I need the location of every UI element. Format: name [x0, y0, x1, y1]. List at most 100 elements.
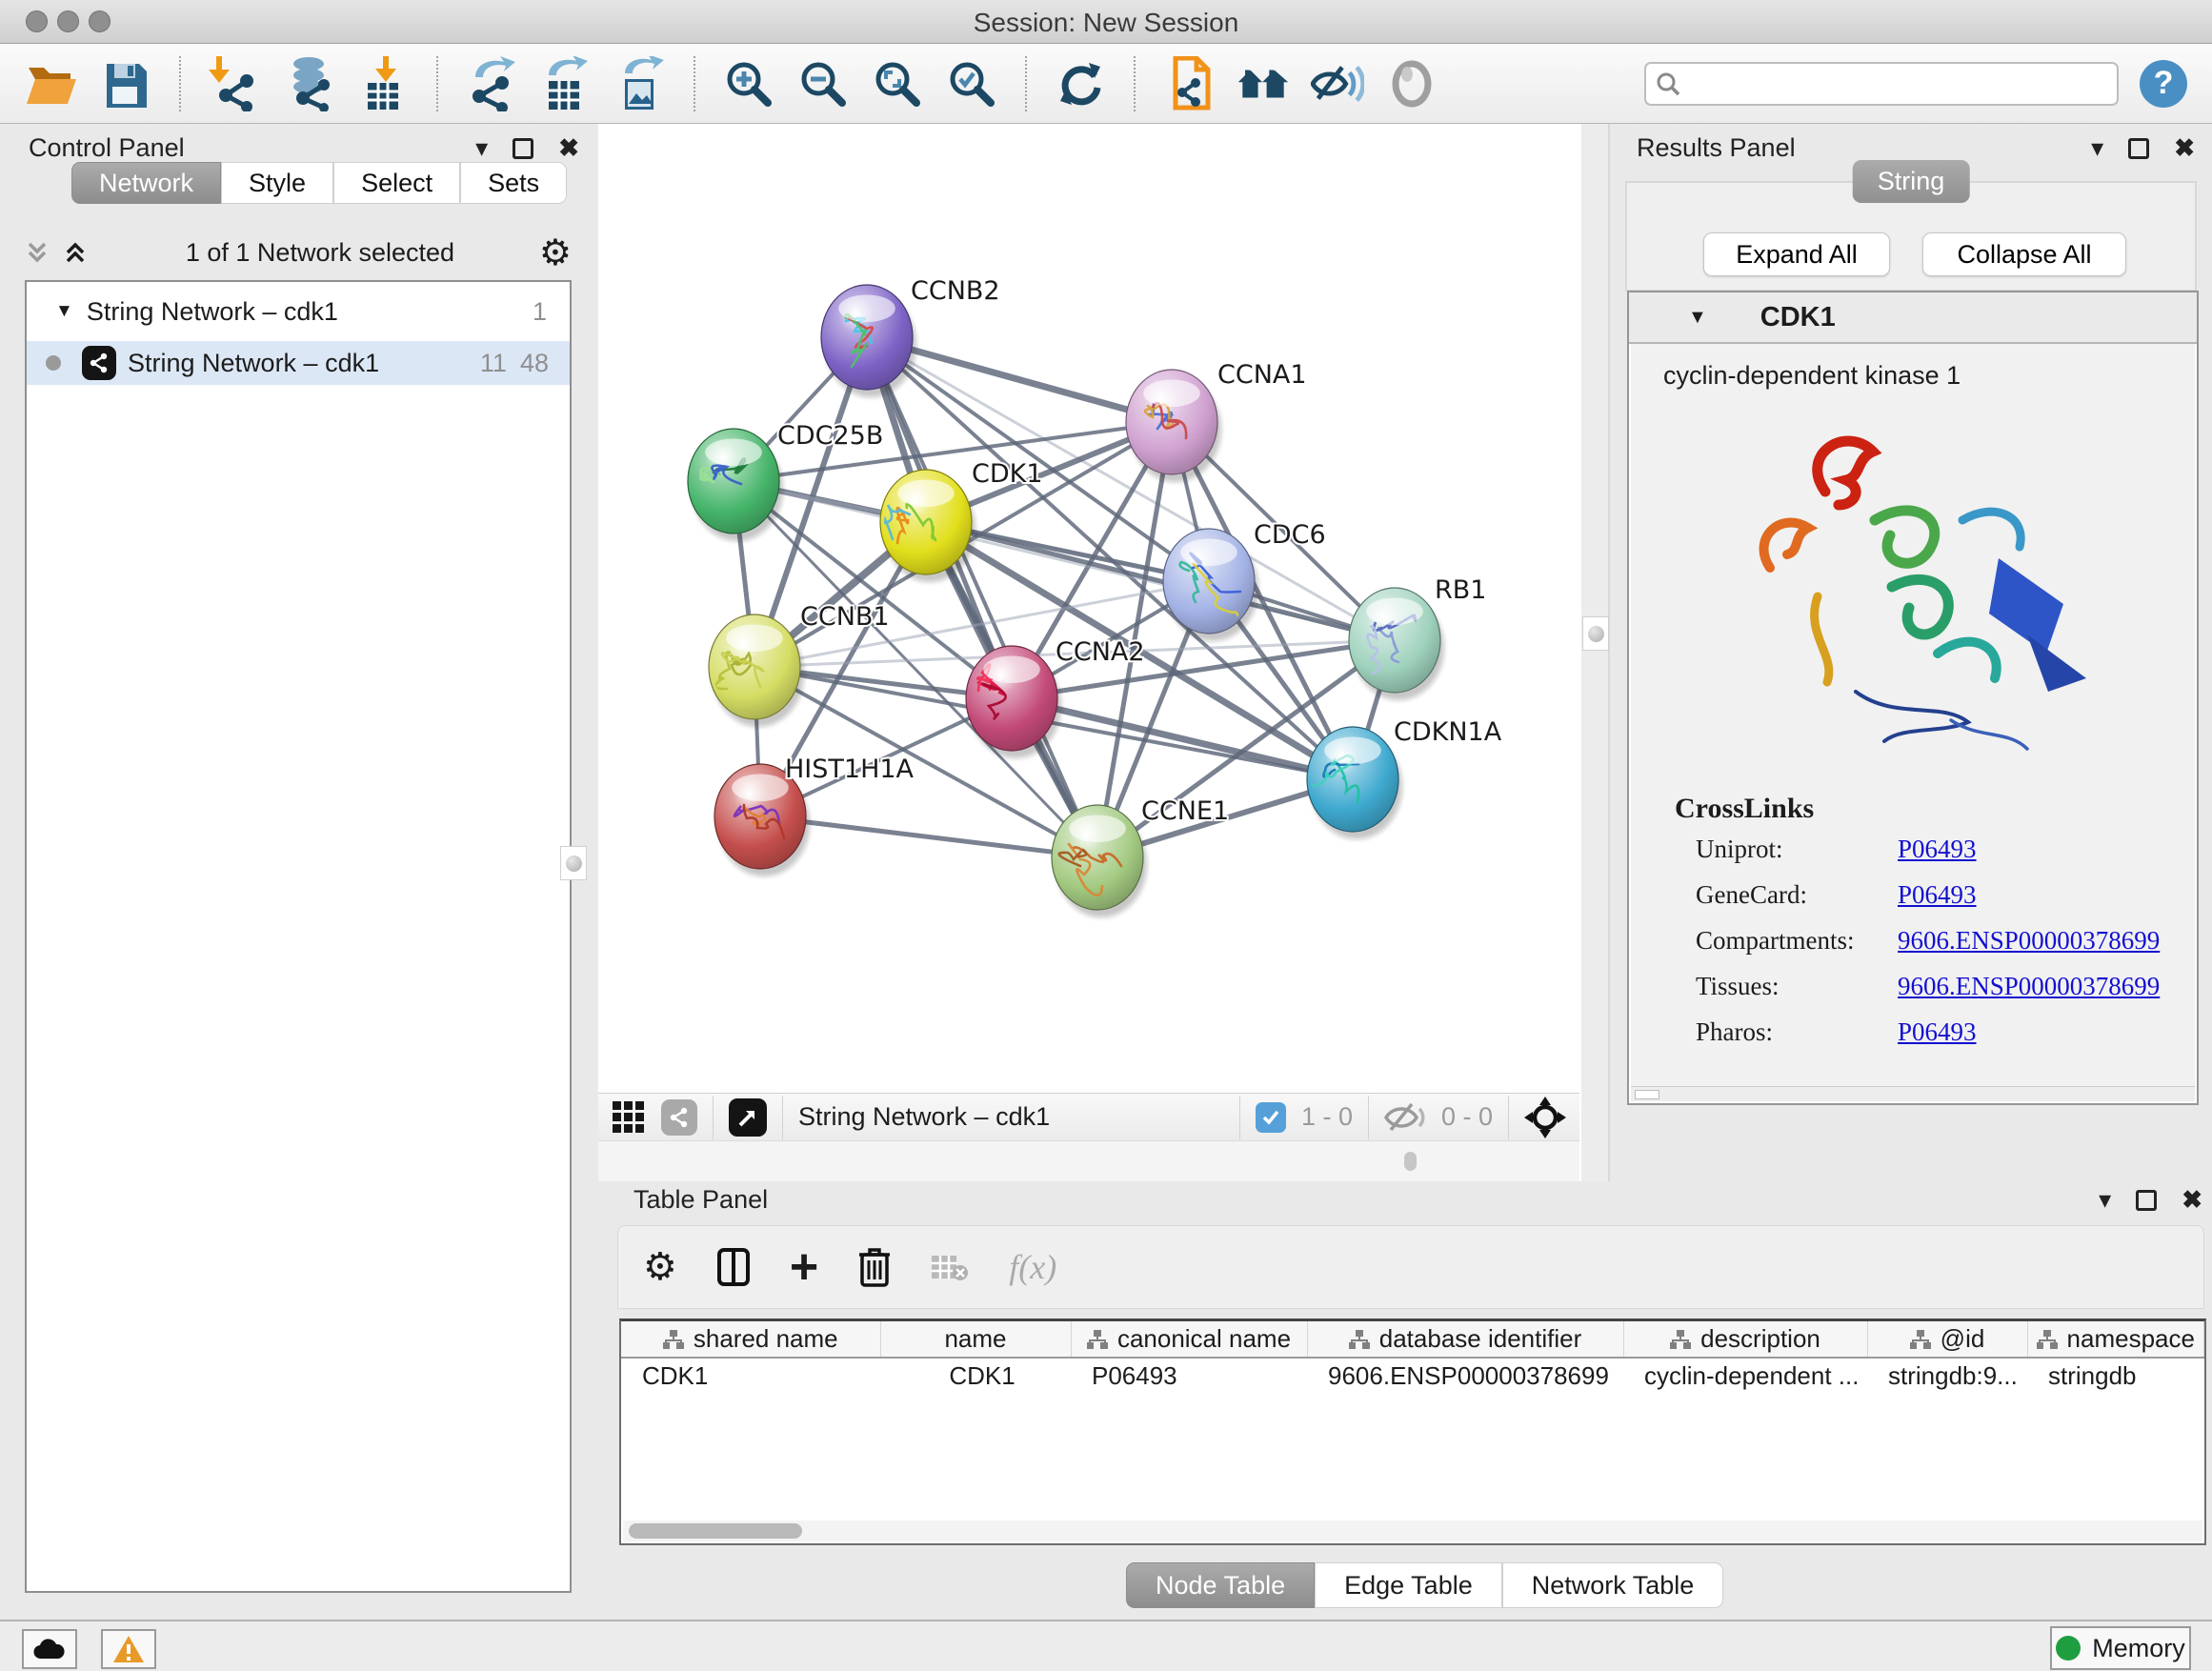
network-node-cdk1[interactable]: CDK1 [880, 459, 1043, 582]
zoom-selected-icon[interactable] [945, 56, 998, 111]
search-box[interactable] [1644, 62, 2119, 106]
results-panel-close-icon[interactable]: ✖ [2174, 133, 2195, 163]
tab-sets[interactable]: Sets [460, 162, 567, 204]
share-network-icon[interactable] [661, 1099, 697, 1136]
string-import-icon[interactable] [1162, 56, 1216, 111]
control-panel-float-icon[interactable] [513, 138, 533, 159]
tab-style[interactable]: Style [221, 162, 333, 204]
table-cell[interactable]: stringdb [2027, 1358, 2204, 1394]
crosslink-link[interactable]: P06493 [1898, 1017, 1977, 1047]
canvas-results-splitter[interactable] [1579, 124, 1610, 1181]
table-scrollbar[interactable] [623, 1520, 2202, 1541]
crosslink-link[interactable]: P06493 [1898, 880, 1977, 910]
column-header[interactable]: namespace [2027, 1321, 2204, 1358]
results-panel-collapse-icon[interactable]: ▾ [2091, 133, 2103, 163]
right-splitter-handle[interactable] [1582, 616, 1609, 651]
column-header[interactable]: shared name [621, 1321, 880, 1358]
column-header[interactable]: canonical name [1071, 1321, 1307, 1358]
table-cell[interactable]: cyclin-dependent ... [1623, 1358, 1867, 1394]
canvas-table-splitter[interactable] [598, 1140, 1579, 1181]
collapse-all-networks-icon[interactable] [25, 240, 50, 265]
import-network-icon[interactable] [208, 56, 261, 111]
selected-checkbox-icon[interactable] [1256, 1102, 1286, 1133]
eye-icon[interactable] [1385, 56, 1438, 111]
home-icon[interactable] [1237, 56, 1290, 111]
network-node-cdc6[interactable]: CDC6 [1163, 520, 1326, 641]
zoom-fit-icon[interactable] [871, 56, 924, 111]
table-cell[interactable]: CDK1 [621, 1358, 880, 1394]
network-collection-row[interactable]: ▼ String Network – cdk1 1 [27, 290, 570, 333]
node-label: CCNB2 [911, 276, 1000, 306]
search-input[interactable] [1688, 68, 2107, 99]
tab-network-table[interactable]: Network Table [1502, 1562, 1724, 1608]
control-panel-collapse-icon[interactable]: ▾ [475, 133, 488, 163]
results-scrollbar-thumb[interactable] [1635, 1090, 1659, 1099]
table-cell[interactable]: 9606.ENSP00000378699 [1307, 1358, 1623, 1394]
network-node-ccnb1[interactable]: CCNB1 [709, 602, 890, 727]
splitter-grip-icon[interactable] [1404, 1152, 1417, 1171]
export-table-icon[interactable] [539, 56, 593, 111]
birdseye-view-icon[interactable] [1524, 1097, 1566, 1138]
network-options-gear-icon[interactable]: ⚙ [539, 232, 572, 273]
tab-edge-table[interactable]: Edge Table [1315, 1562, 1502, 1608]
collection-expander-icon[interactable]: ▼ [55, 301, 73, 322]
refresh-icon[interactable] [1054, 56, 1107, 111]
open-in-new-window-icon[interactable] [729, 1098, 767, 1137]
crosslink-link[interactable]: P06493 [1898, 835, 1977, 864]
export-image-icon[interactable] [613, 56, 667, 111]
section-expander-icon[interactable]: ▼ [1688, 307, 1707, 329]
show-columns-icon[interactable] [717, 1248, 750, 1286]
zoom-in-icon[interactable] [722, 56, 775, 111]
table-panel-collapse-icon[interactable]: ▾ [2099, 1185, 2111, 1215]
network-node-hist1h1a[interactable]: HIST1H1A [714, 755, 915, 876]
network-node-ccne1[interactable]: CCNE1 [1052, 796, 1229, 917]
tab-network[interactable]: Network [71, 162, 221, 204]
crosslink-link[interactable]: 9606.ENSP00000378699 [1898, 926, 2160, 956]
memory-button[interactable]: Memory [2050, 1626, 2191, 1670]
gene-section-header[interactable]: ▼ CDK1 [1629, 292, 2197, 344]
help-icon[interactable]: ? [2140, 60, 2187, 108]
network-node-cdkn1a[interactable]: CDKN1A [1307, 717, 1502, 839]
table-cell[interactable]: CDK1 [880, 1358, 1071, 1394]
import-database-icon[interactable] [282, 56, 335, 111]
import-table-icon[interactable] [356, 56, 410, 111]
column-header[interactable]: database identifier [1307, 1321, 1623, 1358]
column-header[interactable]: description [1623, 1321, 1867, 1358]
control-panel-close-icon[interactable]: ✖ [558, 133, 579, 163]
left-splitter-handle[interactable] [560, 846, 587, 880]
table-panel-float-icon[interactable] [2136, 1190, 2157, 1211]
table-panel-close-icon[interactable]: ✖ [2182, 1185, 2202, 1215]
tab-select[interactable]: Select [333, 162, 460, 204]
network-row[interactable]: String Network – cdk1 11 48 [27, 341, 570, 385]
table-cell[interactable]: stringdb:9... [1867, 1358, 2027, 1394]
hidden-eye-slash-icon[interactable] [1384, 1101, 1426, 1134]
expand-all-button[interactable]: Expand All [1703, 232, 1890, 276]
network-edge[interactable] [760, 816, 1097, 857]
collection-label: String Network – cdk1 [87, 297, 338, 327]
add-column-icon[interactable]: + [790, 1248, 818, 1286]
delete-column-icon[interactable] [858, 1247, 891, 1287]
table-cell[interactable]: P06493 [1071, 1358, 1307, 1394]
cloud-status-button[interactable] [22, 1629, 77, 1669]
zoom-out-icon[interactable] [796, 56, 850, 111]
results-scrollbar[interactable] [1631, 1086, 2195, 1101]
table-scrollbar-thumb[interactable] [629, 1523, 802, 1539]
column-header[interactable]: @id [1867, 1321, 2027, 1358]
collapse-all-button[interactable]: Collapse All [1922, 232, 2126, 276]
tab-string[interactable]: String [1853, 160, 1970, 203]
table-row[interactable]: CDK1 CDK1 P06493 9606.ENSP00000378699 cy… [621, 1358, 2204, 1394]
table-settings-gear-icon[interactable]: ⚙ [643, 1245, 677, 1289]
crosslink-link[interactable]: 9606.ENSP00000378699 [1898, 972, 2160, 1001]
column-header[interactable]: name [880, 1321, 1071, 1358]
results-panel-float-icon[interactable] [2128, 138, 2149, 159]
open-session-icon[interactable] [25, 56, 78, 111]
export-network-icon[interactable] [465, 56, 518, 111]
grid-view-icon[interactable] [612, 1100, 646, 1135]
save-session-icon[interactable] [99, 56, 152, 111]
hide-glasses-icon[interactable] [1311, 56, 1364, 111]
network-node-rb1[interactable]: RB1 [1349, 575, 1486, 700]
expand-all-networks-icon[interactable] [63, 240, 88, 265]
warning-status-button[interactable] [101, 1629, 156, 1669]
network-canvas[interactable]: CCNB2CCNA1CDC25BCDK1CDC6RB1CCNB1CCNA2CDK… [598, 124, 1579, 1093]
tab-node-table[interactable]: Node Table [1126, 1562, 1315, 1608]
